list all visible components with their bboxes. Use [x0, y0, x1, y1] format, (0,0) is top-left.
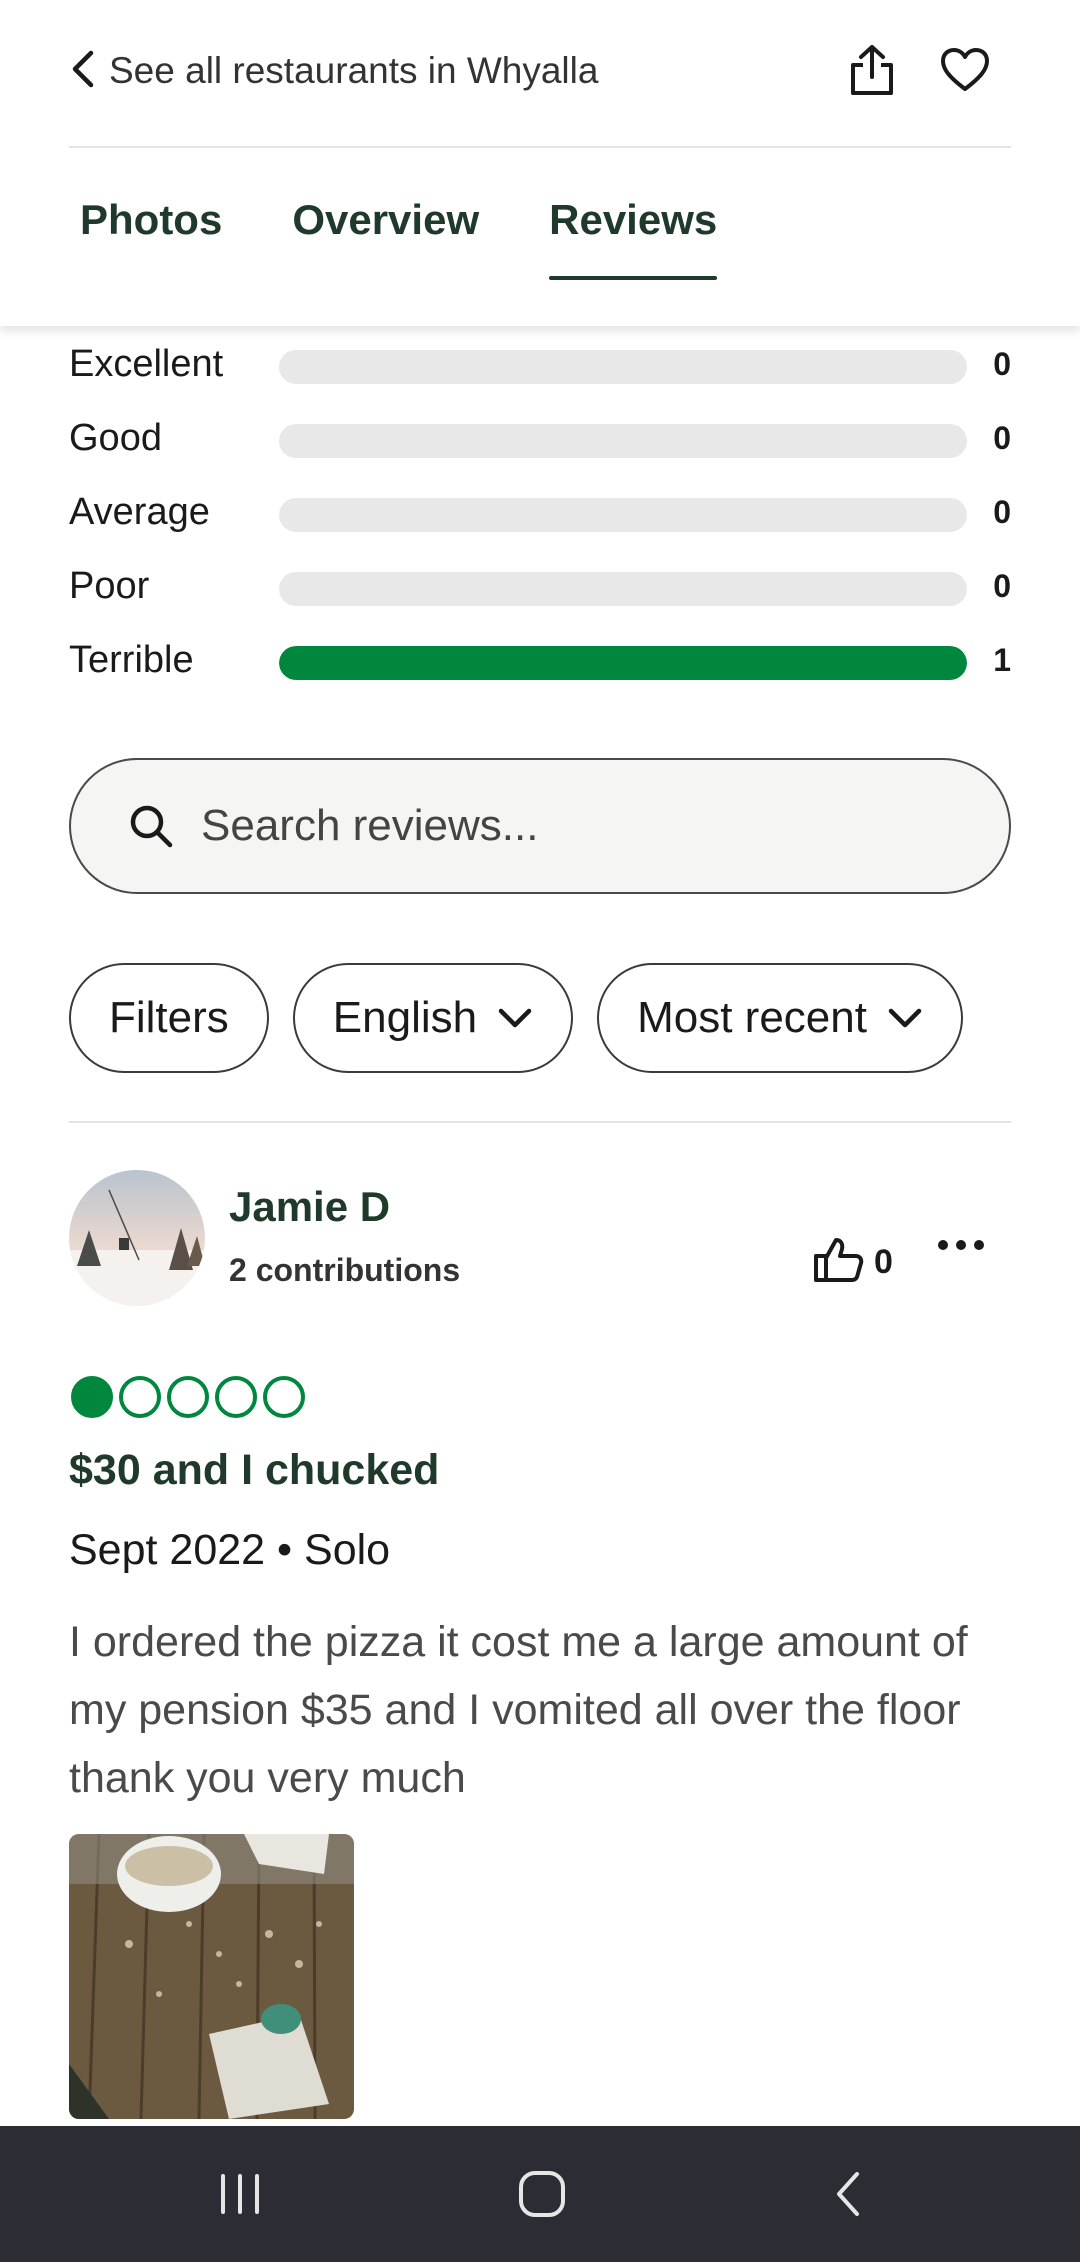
- rating-count: 1: [993, 642, 1011, 678]
- rating-label: Excellent: [69, 343, 224, 385]
- recent-apps-icon[interactable]: [210, 2164, 270, 2224]
- rating-row-average[interactable]: Average 0: [69, 484, 1011, 558]
- filters-label: Filters: [109, 993, 229, 1042]
- rating-label: Good: [69, 417, 162, 459]
- rating-bar: [279, 350, 967, 384]
- rating-count: 0: [993, 420, 1011, 456]
- rating-label: Poor: [69, 565, 150, 607]
- rating-label: Terrible: [69, 639, 194, 681]
- rating-bar: [279, 498, 967, 532]
- back-nav-icon[interactable]: [818, 2164, 878, 2224]
- rating-row-good[interactable]: Good 0: [69, 410, 1011, 484]
- heart-icon[interactable]: [935, 40, 995, 100]
- share-icon[interactable]: [842, 40, 902, 100]
- sort-label: Most recent: [637, 993, 867, 1042]
- search-reviews-box[interactable]: [69, 758, 1011, 894]
- rating-bubble: [167, 1376, 209, 1418]
- home-icon[interactable]: [512, 2164, 572, 2224]
- rating-bubble: [215, 1376, 257, 1418]
- review-meta: Sept 2022 • Solo: [69, 1526, 391, 1574]
- rating-bubble: [119, 1376, 161, 1418]
- rating-bar-fill: [279, 646, 967, 680]
- reviewer-name[interactable]: Jamie D: [229, 1183, 390, 1231]
- more-options-icon[interactable]: [938, 1240, 984, 1250]
- rating-row-terrible[interactable]: Terrible 1: [69, 632, 1011, 706]
- tab-reviews[interactable]: Reviews: [549, 196, 718, 280]
- language-dropdown[interactable]: English: [292, 963, 574, 1073]
- rating-bar: [279, 572, 967, 606]
- rating-bubble: [263, 1376, 305, 1418]
- rating-row-excellent[interactable]: Excellent 0: [69, 336, 1011, 410]
- avatar[interactable]: [69, 1170, 205, 1306]
- helpful-vote-button[interactable]: 0: [812, 1236, 893, 1289]
- back-link[interactable]: See all restaurants in Whyalla: [69, 36, 598, 106]
- chevron-down-icon: [497, 1007, 533, 1029]
- search-input[interactable]: [199, 800, 963, 852]
- rating-bar: [279, 646, 967, 680]
- system-nav-bar: [0, 2126, 1080, 2262]
- back-link-label: See all restaurants in Whyalla: [109, 50, 599, 91]
- filters-button[interactable]: Filters: [69, 963, 269, 1073]
- rating-bar: [279, 424, 967, 458]
- rating-breakdown: Excellent 0 Good 0 Average 0 Poor 0 Terr…: [69, 336, 1011, 706]
- rating-row-poor[interactable]: Poor 0: [69, 558, 1011, 632]
- reviewer-contributions: 2 contributions: [229, 1252, 461, 1288]
- chevron-left-icon: [69, 49, 95, 94]
- review-body: I ordered the pizza it cost me a large a…: [69, 1618, 968, 1802]
- chevron-down-icon: [887, 1007, 923, 1029]
- helpful-count: 0: [874, 1243, 893, 1281]
- tab-overview[interactable]: Overview: [292, 196, 479, 280]
- search-icon: [127, 800, 179, 852]
- filter-chips: Filters English Most recent: [69, 963, 963, 1073]
- rating-count: 0: [993, 494, 1011, 530]
- rating-bubbles: [71, 1376, 305, 1418]
- top-header: See all restaurants in Whyalla Photos Ov…: [0, 0, 1080, 326]
- thumbs-up-icon: [812, 1236, 864, 1289]
- rating-count: 0: [993, 568, 1011, 604]
- review-photo[interactable]: [69, 1834, 354, 2119]
- tab-bar: Photos Overview Reviews: [80, 196, 718, 280]
- sort-dropdown[interactable]: Most recent: [597, 963, 963, 1073]
- tab-photos[interactable]: Photos: [80, 196, 222, 280]
- rating-count: 0: [993, 346, 1011, 382]
- language-label: English: [332, 993, 478, 1042]
- header-divider: [69, 146, 1011, 148]
- rating-bubble: [71, 1376, 113, 1418]
- rating-label: Average: [69, 491, 210, 533]
- section-divider: [69, 1121, 1011, 1123]
- review-title[interactable]: $30 and I chucked: [69, 1446, 439, 1495]
